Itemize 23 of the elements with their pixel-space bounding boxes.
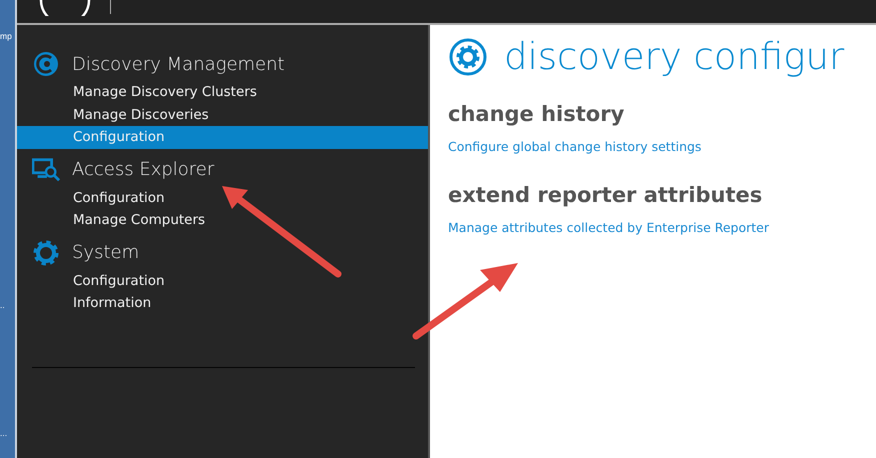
discovery-icon	[32, 50, 60, 78]
desktop-label: mp	[0, 31, 12, 41]
desktop-label: ..	[0, 300, 5, 310]
section-heading: change history	[448, 102, 626, 126]
section-title: Access Explorer	[72, 159, 214, 180]
desktop-label: ...	[0, 428, 8, 438]
nav-item[interactable]: Configuration	[17, 186, 428, 209]
section-title: System	[72, 242, 140, 263]
nav-item[interactable]: Information	[17, 292, 428, 314]
nav-item[interactable]: Manage Discoveries	[17, 104, 428, 126]
gear-icon	[32, 238, 60, 266]
settings-icon	[448, 36, 488, 76]
nav-item[interactable]: Manage Discovery Clusters	[17, 81, 428, 104]
section-title: Discovery Management	[72, 54, 285, 74]
nav-item[interactable]: Configuration	[17, 126, 428, 148]
settings-link[interactable]: Manage attributes collected by Enterprise Reporter	[448, 220, 770, 235]
monitor-search-icon	[32, 156, 60, 182]
logo-icon	[39, 0, 91, 16]
page-title: discovery configur	[504, 35, 844, 78]
settings-link[interactable]: Configure global change history settings	[448, 139, 702, 154]
nav-item[interactable]: Configuration	[17, 270, 428, 292]
nav-item[interactable]: Manage Computers	[17, 209, 428, 232]
section-heading: extend reporter attributes	[448, 183, 764, 207]
